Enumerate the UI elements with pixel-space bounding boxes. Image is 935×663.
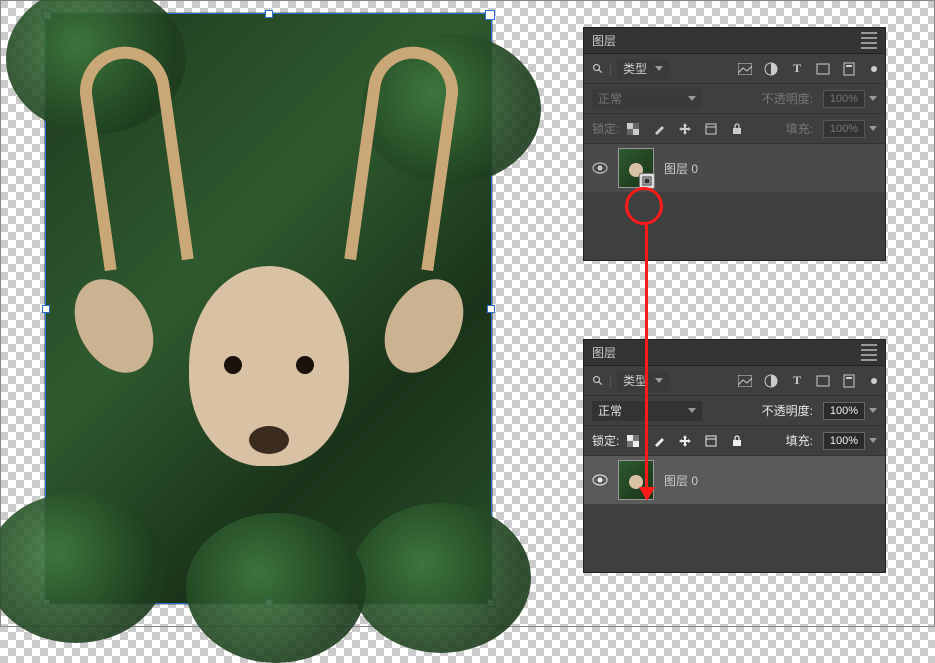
- lock-all-icon[interactable]: [729, 121, 745, 137]
- chevron-down-icon: [869, 408, 877, 413]
- opacity-label: 不透明度:: [762, 90, 813, 107]
- smart-object-badge-icon: [639, 173, 655, 189]
- blend-opacity-row: 正常 不透明度: 100%: [584, 84, 885, 114]
- fill-label: 填充:: [786, 432, 813, 449]
- search-icon[interactable]: [592, 375, 611, 387]
- filter-shape-icon[interactable]: [815, 61, 831, 77]
- filter-row: 类型 T: [584, 366, 885, 396]
- lock-artboard-icon[interactable]: [703, 433, 719, 449]
- deer-subject: [129, 206, 409, 506]
- chevron-down-icon: [869, 126, 877, 131]
- visibility-eye-icon[interactable]: [592, 472, 608, 488]
- blend-opacity-row: 正常 不透明度: 100%: [584, 396, 885, 426]
- opacity-control[interactable]: 100%: [823, 90, 877, 108]
- filter-type-text-icon[interactable]: T: [789, 373, 805, 389]
- lock-fill-row: 锁定: 填充: 100%: [584, 426, 885, 456]
- panel-title: 图层: [592, 32, 616, 49]
- chevron-down-icon: [869, 438, 877, 443]
- lock-artboard-icon[interactable]: [703, 121, 719, 137]
- lock-brush-icon[interactable]: [651, 433, 667, 449]
- foliage: [0, 493, 166, 643]
- layers-panel-before: 图层 类型 T 正常 不透明度: 100% 锁定:: [583, 27, 886, 261]
- chevron-down-icon: [869, 96, 877, 101]
- filter-toggle-icon[interactable]: [871, 66, 877, 72]
- lock-label: 锁定:: [592, 120, 619, 137]
- opacity-label: 不透明度:: [762, 402, 813, 419]
- filter-smart-icon[interactable]: [841, 61, 857, 77]
- fill-value[interactable]: 100%: [823, 432, 865, 450]
- fill-label: 填充:: [786, 120, 813, 137]
- filter-type-text-icon[interactable]: T: [789, 61, 805, 77]
- chevron-down-icon: [688, 96, 696, 101]
- layer-thumbnail[interactable]: [618, 148, 654, 188]
- filter-image-icon[interactable]: [737, 61, 753, 77]
- blend-mode-dropdown[interactable]: 正常: [592, 401, 702, 421]
- panel-menu-icon[interactable]: [861, 344, 877, 361]
- filter-toggle-icon[interactable]: [871, 378, 877, 384]
- layers-panel-after: 图层 类型 T 正常 不透明度: 100% 锁定:: [583, 339, 886, 573]
- lock-fill-row: 锁定: 填充: 100%: [584, 114, 885, 144]
- transform-handle[interactable]: [487, 305, 495, 313]
- filter-row: 类型 T: [584, 54, 885, 84]
- opacity-control[interactable]: 100%: [823, 402, 877, 420]
- layer-name[interactable]: 图层 0: [664, 472, 698, 489]
- canvas-image[interactable]: [45, 13, 492, 604]
- filter-type-dropdown[interactable]: 类型: [617, 371, 669, 391]
- filter-smart-icon[interactable]: [841, 373, 857, 389]
- blend-mode-dropdown[interactable]: 正常: [592, 89, 702, 109]
- transform-handle[interactable]: [265, 10, 273, 18]
- filter-icon-row: T: [737, 373, 877, 389]
- fill-control[interactable]: 100%: [823, 120, 877, 138]
- filter-adjust-icon[interactable]: [763, 373, 779, 389]
- layer-thumbnail[interactable]: [618, 460, 654, 500]
- search-icon[interactable]: [592, 63, 611, 75]
- chevron-down-icon: [655, 378, 663, 383]
- filter-icon-row: T: [737, 61, 877, 77]
- filter-adjust-icon[interactable]: [763, 61, 779, 77]
- lock-label: 锁定:: [592, 432, 619, 449]
- filter-image-icon[interactable]: [737, 373, 753, 389]
- lock-icons: [625, 121, 745, 137]
- fill-control[interactable]: 100%: [823, 432, 877, 450]
- panel-menu-icon[interactable]: [861, 32, 877, 49]
- lock-brush-icon[interactable]: [651, 121, 667, 137]
- filter-shape-icon[interactable]: [815, 373, 831, 389]
- foliage: [351, 503, 531, 653]
- lock-pixels-icon[interactable]: [625, 121, 641, 137]
- foliage: [186, 513, 366, 663]
- blend-mode-label: 正常: [598, 402, 622, 419]
- layer-row[interactable]: 图层 0: [584, 456, 885, 504]
- fill-value[interactable]: 100%: [823, 120, 865, 138]
- lock-icons: [625, 433, 745, 449]
- chevron-down-icon: [655, 66, 663, 71]
- layer-row[interactable]: 图层 0: [584, 144, 885, 192]
- layer-name[interactable]: 图层 0: [664, 160, 698, 177]
- lock-pixels-icon[interactable]: [625, 433, 641, 449]
- filter-type-label: 类型: [623, 60, 647, 77]
- filter-type-dropdown[interactable]: 类型: [617, 59, 669, 79]
- transform-handle[interactable]: [42, 305, 50, 313]
- panel-header: 图层: [584, 340, 885, 366]
- lock-move-icon[interactable]: [677, 433, 693, 449]
- opacity-value[interactable]: 100%: [823, 402, 865, 420]
- blend-mode-label: 正常: [598, 90, 622, 107]
- filter-type-label: 类型: [623, 372, 647, 389]
- panel-title: 图层: [592, 344, 616, 361]
- chevron-down-icon: [688, 408, 696, 413]
- panel-header: 图层: [584, 28, 885, 54]
- opacity-value[interactable]: 100%: [823, 90, 865, 108]
- lock-all-icon[interactable]: [729, 433, 745, 449]
- lock-move-icon[interactable]: [677, 121, 693, 137]
- visibility-eye-icon[interactable]: [592, 160, 608, 176]
